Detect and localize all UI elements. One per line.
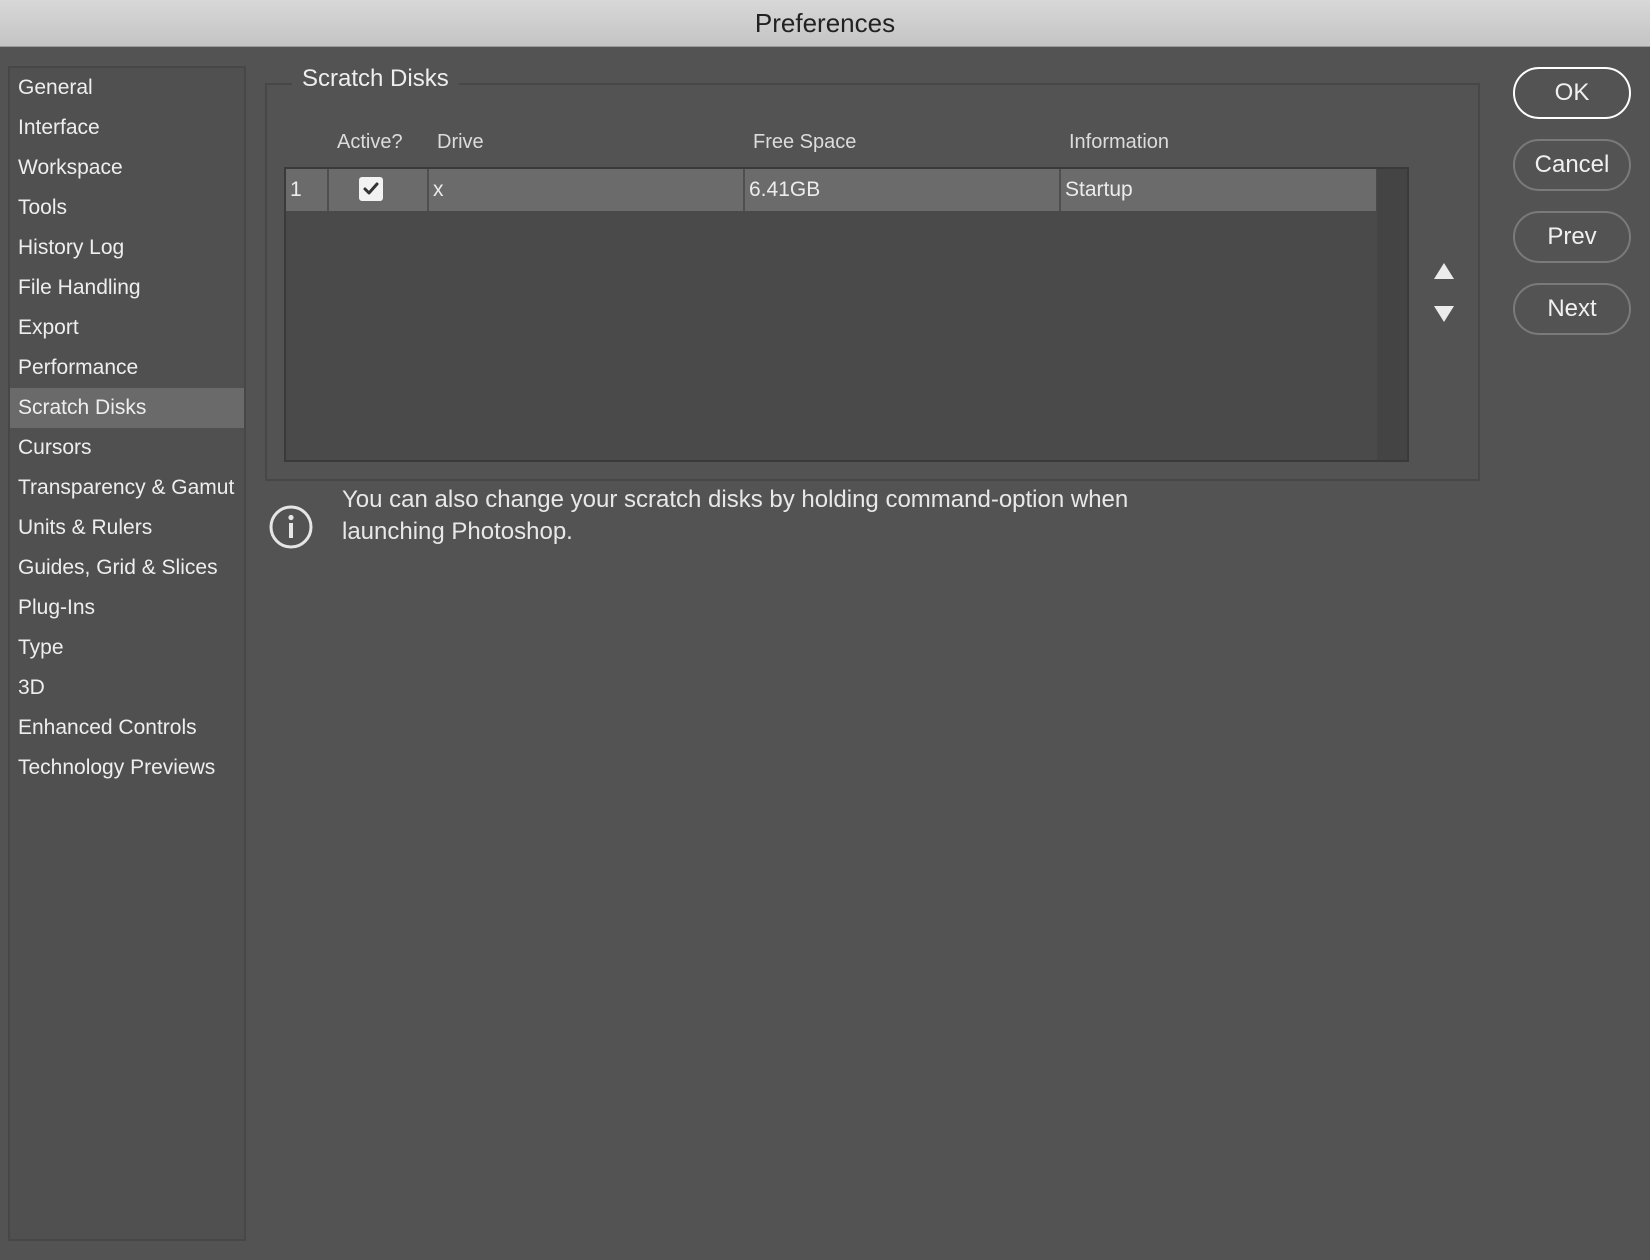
group-title: Scratch Disks xyxy=(292,65,459,93)
sidebar-item-units-rulers[interactable]: Units & Rulers xyxy=(10,508,244,548)
sidebar-item-cursors[interactable]: Cursors xyxy=(10,428,244,468)
sidebar-item-enhanced-controls[interactable]: Enhanced Controls xyxy=(10,708,244,748)
active-checkbox[interactable] xyxy=(359,176,383,201)
move-down-button[interactable] xyxy=(1433,303,1455,329)
sidebar-item-transparency-gamut[interactable]: Transparency & Gamut xyxy=(10,468,244,508)
table-row[interactable]: 1 x 6.41GB Startup xyxy=(286,169,1376,211)
title-bar: Preferences xyxy=(0,0,1650,47)
column-header-free-space[interactable]: Free Space xyxy=(753,131,856,154)
table-scrollbar[interactable] xyxy=(1377,169,1407,460)
sidebar-item-technology-previews[interactable]: Technology Previews xyxy=(10,748,244,788)
triangle-down-icon xyxy=(1434,306,1454,322)
column-header-active[interactable]: Active? xyxy=(337,131,403,154)
sidebar-item-interface[interactable]: Interface xyxy=(10,108,244,148)
sidebar-item-type[interactable]: Type xyxy=(10,628,244,668)
next-button[interactable]: Next xyxy=(1513,283,1631,335)
information-cell: Startup xyxy=(1065,178,1133,201)
info-icon xyxy=(269,505,313,549)
ok-button[interactable]: OK xyxy=(1513,67,1631,119)
row-index: 1 xyxy=(286,169,329,211)
sidebar-item-scratch-disks[interactable]: Scratch Disks xyxy=(10,388,244,428)
sidebar-item-tools[interactable]: Tools xyxy=(10,188,244,228)
cancel-button[interactable]: Cancel xyxy=(1513,139,1631,191)
column-header-information[interactable]: Information xyxy=(1069,131,1169,154)
sidebar-item-performance[interactable]: Performance xyxy=(10,348,244,388)
free-space-cell: 6.41GB xyxy=(745,169,1061,211)
active-cell xyxy=(329,169,429,211)
window-title: Preferences xyxy=(754,7,896,38)
triangle-up-icon xyxy=(1434,263,1454,279)
move-up-button[interactable] xyxy=(1433,260,1455,286)
sidebar-item-general[interactable]: General xyxy=(10,68,244,108)
sidebar-item-plug-ins[interactable]: Plug-Ins xyxy=(10,588,244,628)
sidebar-item-3d[interactable]: 3D xyxy=(10,668,244,708)
drive-cell: x xyxy=(429,169,745,211)
scratch-disk-table: 1 x 6.41GB Startup xyxy=(284,167,1409,462)
sidebar: General Interface Workspace Tools Histor… xyxy=(8,66,246,1241)
sidebar-item-guides-grid-slices[interactable]: Guides, Grid & Slices xyxy=(10,548,244,588)
sidebar-item-export[interactable]: Export xyxy=(10,308,244,348)
prev-button[interactable]: Prev xyxy=(1513,211,1631,263)
sidebar-item-history-log[interactable]: History Log xyxy=(10,228,244,268)
column-header-drive[interactable]: Drive xyxy=(437,131,484,154)
sidebar-item-workspace[interactable]: Workspace xyxy=(10,148,244,188)
checkmark-icon xyxy=(363,182,379,195)
scratch-disks-group: Scratch Disks Active? Drive Free Space I… xyxy=(265,65,1480,481)
info-text: You can also change your scratch disks b… xyxy=(342,486,1129,545)
sidebar-list: General Interface Workspace Tools Histor… xyxy=(10,68,244,788)
sidebar-item-file-handling[interactable]: File Handling xyxy=(10,268,244,308)
